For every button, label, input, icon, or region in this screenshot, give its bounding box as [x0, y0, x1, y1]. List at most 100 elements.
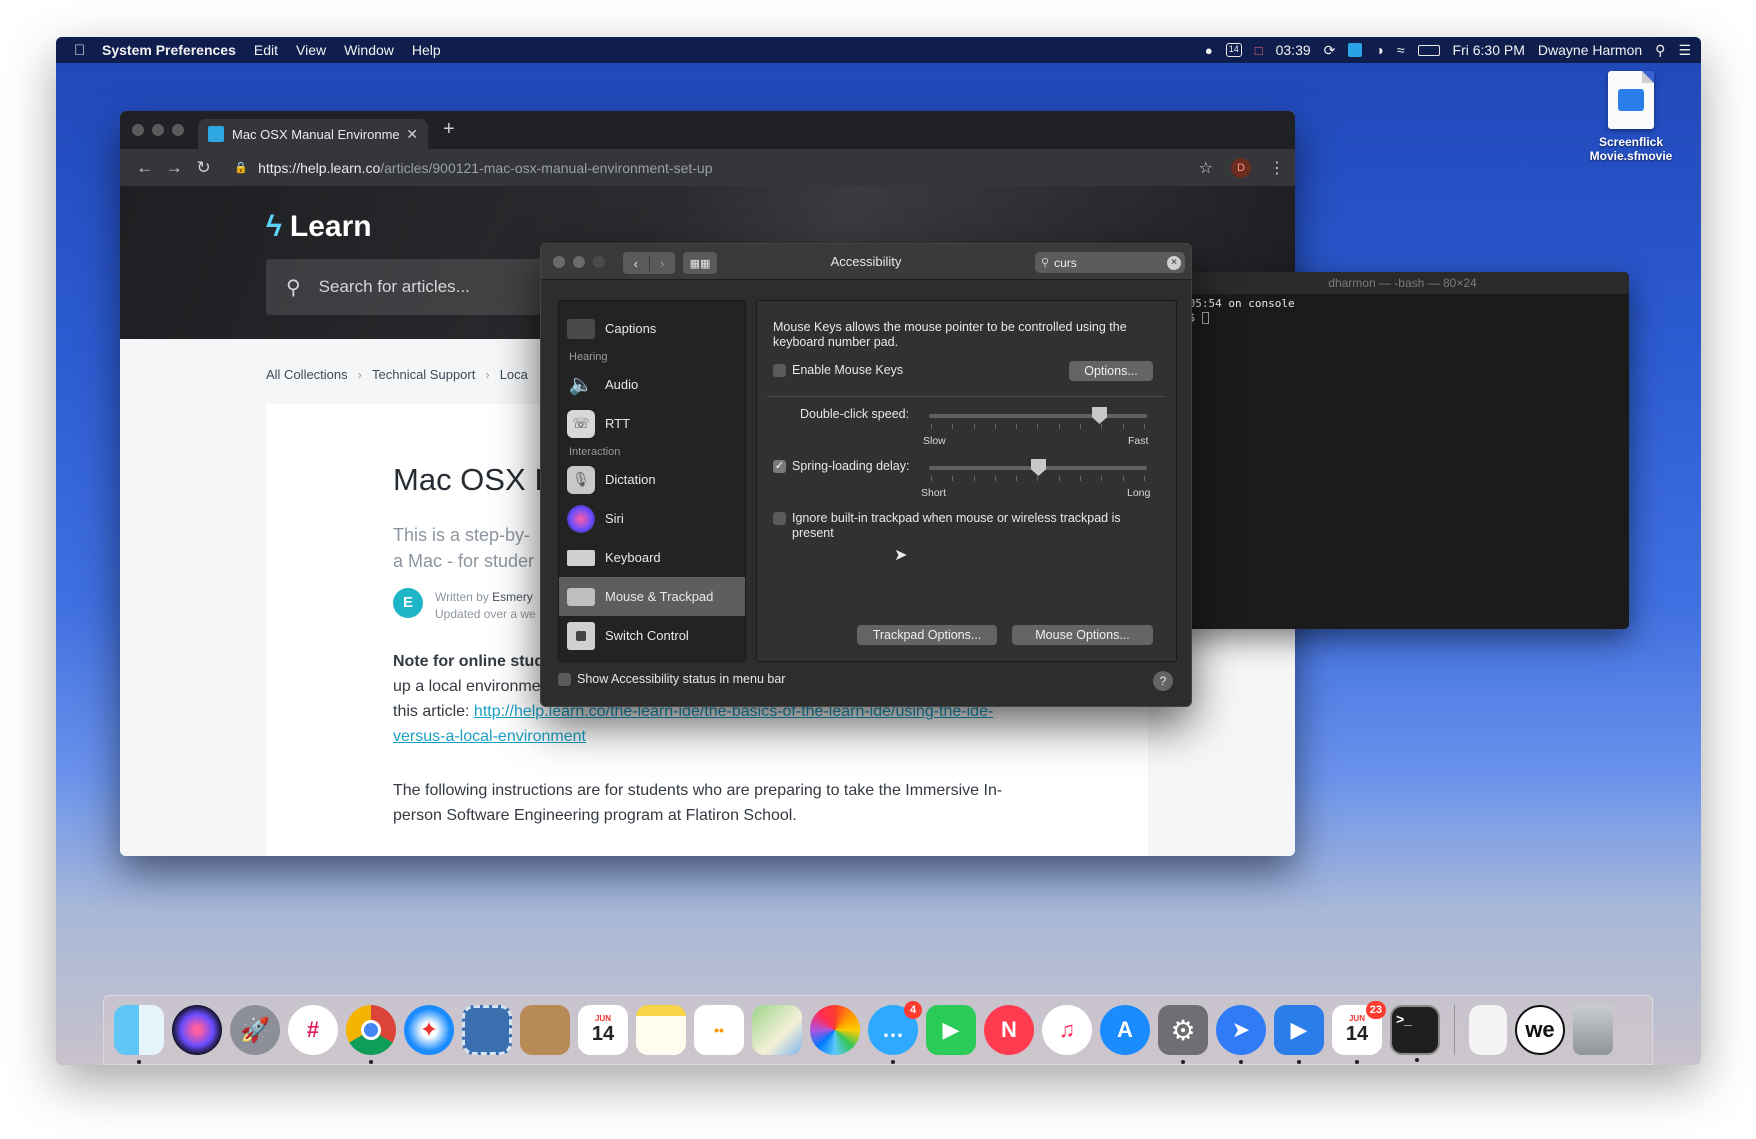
close-window-icon[interactable] — [132, 124, 144, 136]
battery-icon[interactable] — [1417, 44, 1440, 56]
browser-tab[interactable]: Mac OSX Manual Environment ✕ — [198, 119, 428, 149]
wifi-icon[interactable]: ≈ — [1397, 42, 1405, 58]
notification-center-icon[interactable]: ☰ — [1678, 42, 1691, 59]
profile-avatar[interactable]: D — [1231, 157, 1251, 178]
menu-window[interactable]: Window — [344, 42, 394, 58]
desktop-file[interactable]: Screenflick Movie.sfmovie — [1576, 71, 1686, 163]
mail-stamp-icon[interactable] — [462, 1005, 512, 1055]
sidebar-item-switch-control[interactable]: Switch Control — [559, 616, 745, 655]
news-icon[interactable]: N — [984, 1005, 1034, 1055]
dock: 🚀 # ✦ JUN 14 •• … 4 ▶ N ♫ A ⚙ ➤ ▶ JUN 14 … — [103, 995, 1653, 1065]
trackpad-options-button[interactable]: Trackpad Options... — [857, 625, 997, 645]
sidebar-item-dictation[interactable]: 🎙 Dictation — [559, 460, 745, 499]
browser-toolbar: ← → ↻ 🔒 https://help.learn.co /articles/… — [120, 149, 1295, 186]
sidebar-item-label: Mouse & Trackpad — [605, 589, 714, 604]
timer-text[interactable]: 03:39 — [1276, 42, 1311, 58]
calendar-icon[interactable]: JUN 14 — [578, 1005, 628, 1055]
back-icon[interactable]: ← — [130, 158, 159, 178]
messages-icon[interactable]: … 4 — [868, 1001, 922, 1064]
maps-icon[interactable] — [752, 1005, 802, 1055]
clear-search-icon[interactable]: × — [1167, 255, 1181, 270]
learn-logo[interactable]: ϟ Learn — [266, 210, 372, 244]
show-status-row[interactable]: Show Accessibility status in menu bar — [558, 672, 785, 687]
screenflick-icon[interactable]: ● — [1205, 43, 1213, 58]
launchpad-icon[interactable]: 🚀 — [230, 1005, 280, 1055]
sidebar-item-rtt[interactable]: ☏ RTT — [559, 404, 745, 443]
bookmark-star-icon[interactable]: ☆ — [1199, 158, 1213, 178]
spring-loading-row[interactable]: ✓ Spring-loading delay: — [773, 459, 909, 474]
reload-icon[interactable]: ↻ — [189, 158, 218, 178]
zoom-window-icon[interactable] — [172, 124, 184, 136]
menu-help[interactable]: Help — [412, 42, 441, 58]
clock-text[interactable]: Fri 6:30 PM — [1453, 42, 1525, 58]
url-host: https://help.learn.co — [258, 159, 381, 176]
terminal-output[interactable]: :05:54 on console n$ — [1176, 294, 1629, 328]
slider-knob[interactable] — [1092, 407, 1108, 424]
ignore-trackpad-row[interactable]: Ignore built-in trackpad when mouse or w… — [773, 511, 1163, 541]
dock-separator — [1454, 1005, 1455, 1055]
sidebar-item-captions[interactable]: Captions — [559, 309, 745, 348]
slider-knob[interactable] — [1031, 459, 1046, 476]
mouse-keys-options-button[interactable]: Options... — [1069, 361, 1153, 381]
microphone-icon: 🎙 — [567, 465, 595, 494]
double-click-speed-slider[interactable] — [929, 407, 1147, 424]
show-status-checkbox[interactable] — [558, 673, 571, 687]
terminal-title: dharmon — -bash — 80×24 — [1176, 272, 1629, 294]
sidebar-item-mouse-trackpad[interactable]: Mouse & Trackpad — [559, 577, 745, 616]
menu-app-name[interactable]: System Preferences — [102, 42, 236, 58]
close-tab-icon[interactable]: ✕ — [406, 126, 418, 143]
spark-icon[interactable]: ➤ — [1216, 1005, 1266, 1064]
system-preferences-icon[interactable]: ⚙ — [1158, 1005, 1208, 1064]
menu-edit[interactable]: Edit — [254, 42, 278, 58]
spring-loading-checkbox[interactable]: ✓ — [773, 460, 786, 474]
siri-icon — [567, 504, 595, 533]
facetime-icon[interactable]: ▶ — [926, 1005, 976, 1055]
enable-mouse-keys-row[interactable]: Enable Mouse Keys — [773, 363, 903, 378]
spring-loading-delay-slider[interactable] — [929, 459, 1147, 476]
crumb-technical-support[interactable]: Technical Support — [372, 367, 475, 382]
notes-icon[interactable] — [636, 1005, 686, 1055]
calendar-app-icon[interactable]: JUN 14 23 — [1332, 1001, 1386, 1064]
app-store-icon[interactable]: A — [1100, 1005, 1150, 1055]
sidebar-item-siri[interactable]: Siri — [559, 499, 745, 538]
reminders-icon[interactable]: •• — [694, 1005, 744, 1055]
siri-icon[interactable] — [172, 1005, 222, 1055]
trash-icon[interactable] — [1573, 1005, 1613, 1055]
address-bar[interactable]: 🔒 https://help.learn.co /articles/900121… — [226, 153, 1198, 183]
article-link-cont[interactable]: versus-a-local-environment — [393, 728, 586, 745]
sidebar-item-audio[interactable]: 🔈 Audio — [559, 365, 745, 404]
terminal-icon[interactable]: >_ — [1390, 1005, 1440, 1062]
timer-icon[interactable]: □ — [1255, 43, 1263, 58]
crumb-local[interactable]: Loca — [500, 367, 528, 382]
contacts-icon[interactable] — [520, 1005, 570, 1055]
music-icon[interactable]: ♫ — [1042, 1005, 1092, 1055]
sync-icon[interactable]: ⟳ — [1324, 42, 1336, 59]
minimize-window-icon[interactable] — [152, 124, 164, 136]
chrome-icon[interactable] — [346, 1005, 396, 1064]
ignore-trackpad-checkbox[interactable] — [773, 512, 786, 525]
preferences-search-input[interactable]: ⚲ curs × — [1035, 252, 1185, 273]
apple-menu-icon[interactable]:  — [74, 42, 90, 59]
spotlight-icon[interactable]: ⚲ — [1655, 42, 1665, 59]
crumb-all-collections[interactable]: All Collections — [266, 367, 348, 382]
archive-zip-icon[interactable] — [1469, 1005, 1507, 1055]
screenflick-icon[interactable]: ▶ — [1274, 1005, 1324, 1064]
we-app-icon[interactable]: we — [1515, 1005, 1565, 1055]
finder-icon[interactable] — [114, 1005, 164, 1064]
slack-icon[interactable]: # — [288, 1005, 338, 1055]
help-button[interactable]: ? — [1153, 671, 1173, 691]
menu-view[interactable]: View — [296, 42, 326, 58]
forward-icon[interactable]: → — [159, 158, 188, 178]
sidebar-item-keyboard[interactable]: Keyboard — [559, 538, 745, 577]
browser-menu-icon[interactable]: ⋮ — [1269, 158, 1285, 178]
mouse-options-button[interactable]: Mouse Options... — [1012, 625, 1153, 645]
safari-icon[interactable]: ✦ — [404, 1005, 454, 1055]
photos-icon[interactable] — [810, 1005, 860, 1055]
enable-mouse-keys-checkbox[interactable] — [773, 364, 786, 378]
user-name[interactable]: Dwayne Harmon — [1538, 42, 1642, 58]
vpn-icon[interactable]: ◑ — [1375, 42, 1383, 58]
app-status-icon[interactable] — [1348, 43, 1363, 57]
new-tab-icon[interactable]: + — [443, 118, 455, 141]
calendar-status-icon[interactable]: 14 — [1225, 43, 1242, 57]
terminal-window[interactable]: dharmon — -bash — 80×24 :05:54 on consol… — [1176, 272, 1629, 629]
